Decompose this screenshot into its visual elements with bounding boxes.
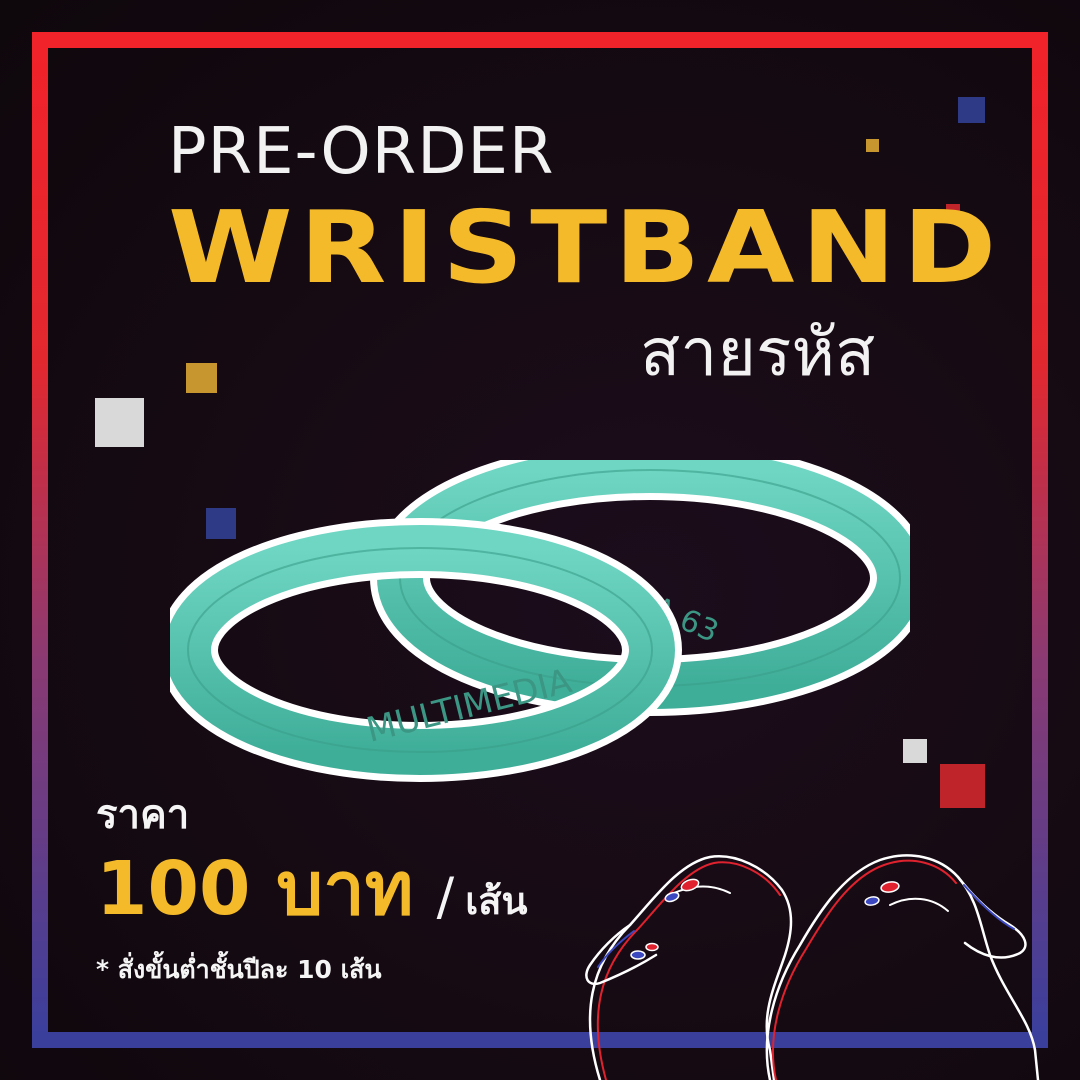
white-square <box>95 398 144 447</box>
gold-square <box>866 139 879 152</box>
red-square <box>940 764 985 808</box>
price-amount: 100 บาท <box>96 846 414 932</box>
wristbands-image: MULTIMEDIA 63 MULTIMEDIA <box>170 460 910 782</box>
gold-square <box>186 363 217 393</box>
price-unit: เส้น <box>465 879 528 923</box>
thai-title: สายรหัส <box>640 314 876 391</box>
navy-square <box>958 97 985 123</box>
price-separator: / <box>436 867 455 927</box>
swan-line-art <box>585 854 1040 1080</box>
wristband-heading: WRISTBAND <box>168 189 1004 306</box>
pre-order-heading: PRE-ORDER <box>168 115 555 189</box>
price-row: 100 บาท / เส้น <box>96 852 527 926</box>
right-swan-outline <box>765 854 1040 1080</box>
price-label: ราคา <box>96 792 190 838</box>
minimum-order-note: * สั่งขั้นต่ำชั้นปีละ 10 เส้น <box>96 955 382 984</box>
